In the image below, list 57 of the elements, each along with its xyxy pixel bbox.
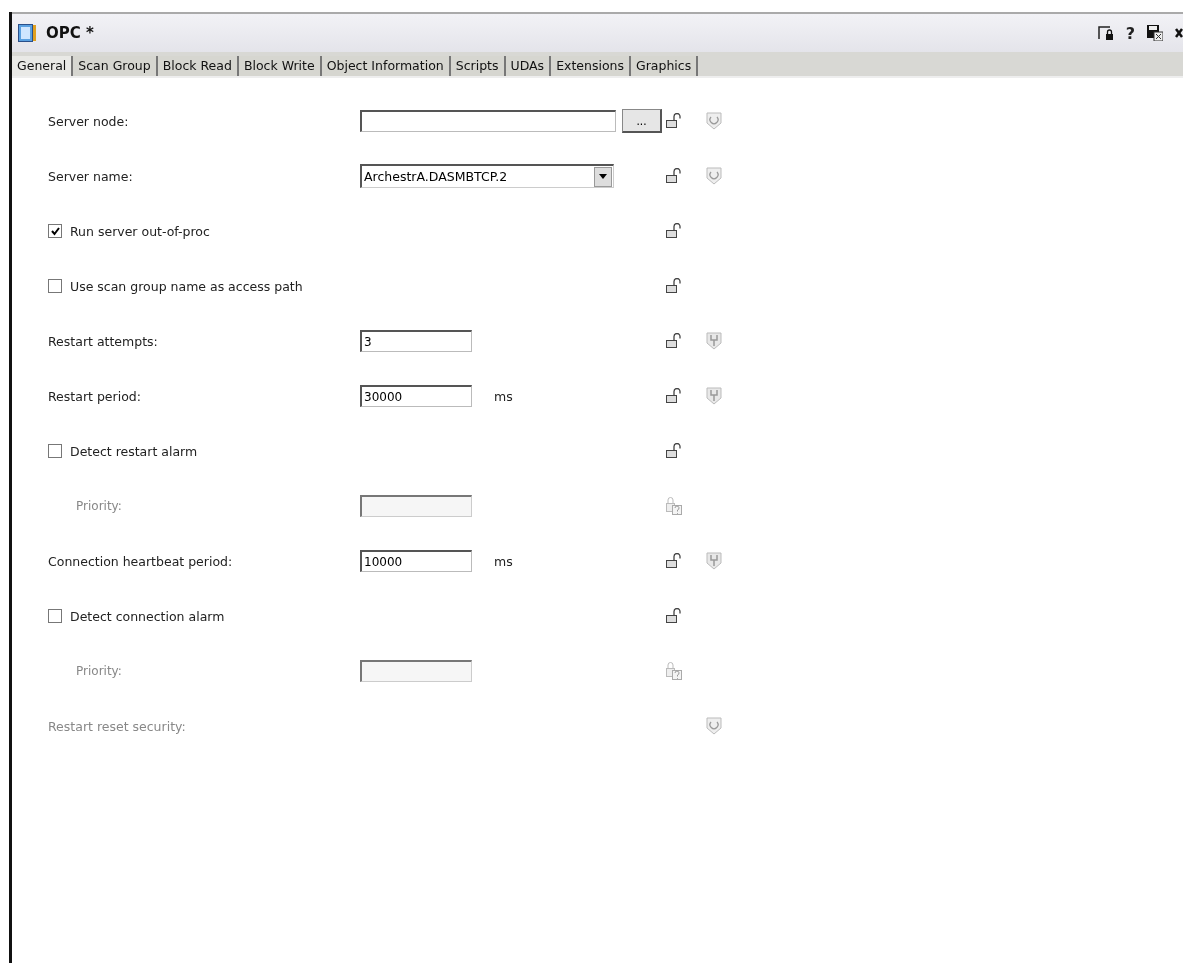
field-label: Priority: — [75, 499, 122, 513]
field-label: Restart attempts: — [48, 333, 158, 349]
checkbox[interactable] — [48, 224, 62, 238]
unlocked-padlock-icon[interactable] — [666, 388, 683, 404]
unlocked-padlock-icon[interactable] — [666, 168, 683, 184]
checkbox-label[interactable]: Use scan group name as access path — [70, 278, 303, 294]
tab[interactable]: Block Read — [157, 56, 239, 76]
field-label: Server name: — [48, 168, 133, 184]
padlock-question-icon — [666, 662, 683, 680]
checkbox-label[interactable]: Run server out-of-proc — [70, 223, 210, 239]
tab[interactable]: UDAs — [505, 56, 552, 76]
server-name-dropdown[interactable]: ArchestrA.DASMBTCP.2 — [360, 164, 614, 188]
checkbox[interactable] — [48, 444, 62, 458]
unlocked-padlock-icon[interactable] — [666, 113, 683, 129]
window-title: OPC * — [46, 24, 94, 42]
help-button[interactable]: ? — [1125, 23, 1135, 43]
shield-fork-icon — [706, 332, 722, 350]
tab[interactable]: Block Write — [238, 56, 322, 76]
field-label: Priority: — [75, 664, 122, 678]
tab[interactable]: Graphics — [631, 56, 699, 76]
input-field[interactable]: 10000 — [360, 550, 472, 572]
app-icon — [18, 24, 36, 42]
save-icon[interactable] — [1147, 25, 1163, 41]
lock-window-icon[interactable] — [1097, 25, 1114, 41]
unlocked-padlock-icon[interactable] — [666, 223, 683, 239]
input-field[interactable]: 3 — [360, 330, 472, 352]
tab[interactable]: Extensions — [551, 56, 632, 76]
field-label: Server node: — [48, 113, 129, 129]
shield-fork-icon — [706, 552, 722, 570]
checkbox[interactable] — [48, 609, 62, 623]
checkbox-label[interactable]: Detect connection alarm — [70, 608, 225, 624]
field-label: Restart period: — [48, 388, 141, 404]
tab[interactable]: Scripts — [450, 56, 506, 76]
dropdown-arrow-icon[interactable] — [599, 174, 607, 179]
tab[interactable]: Scan Group — [73, 56, 158, 76]
unit-label: ms — [494, 553, 513, 569]
browse-button[interactable]: ... — [622, 109, 662, 133]
shield-refresh-icon — [706, 112, 722, 130]
checkbox[interactable] — [48, 279, 62, 293]
shield-fork-icon — [706, 387, 722, 405]
tab[interactable]: Object Information — [321, 56, 451, 76]
field-label: Restart reset security: — [48, 718, 186, 734]
unit-label: ms — [494, 388, 513, 404]
padlock-question-icon — [666, 497, 683, 515]
checkbox-label[interactable]: Detect restart alarm — [70, 443, 198, 459]
shield-refresh-icon — [706, 717, 722, 735]
input-field[interactable]: 30000 — [360, 385, 472, 407]
shield-refresh-icon — [706, 167, 722, 185]
field-label: Connection heartbeat period: — [48, 553, 233, 569]
unlocked-padlock-icon[interactable] — [666, 333, 683, 349]
unlocked-padlock-icon[interactable] — [666, 278, 683, 294]
unlocked-padlock-icon[interactable] — [666, 608, 683, 624]
unlocked-padlock-icon[interactable] — [666, 443, 683, 459]
input-field[interactable] — [360, 110, 616, 132]
unlocked-padlock-icon[interactable] — [666, 553, 683, 569]
close-icon[interactable] — [1175, 27, 1183, 39]
tab[interactable]: General — [12, 56, 74, 76]
